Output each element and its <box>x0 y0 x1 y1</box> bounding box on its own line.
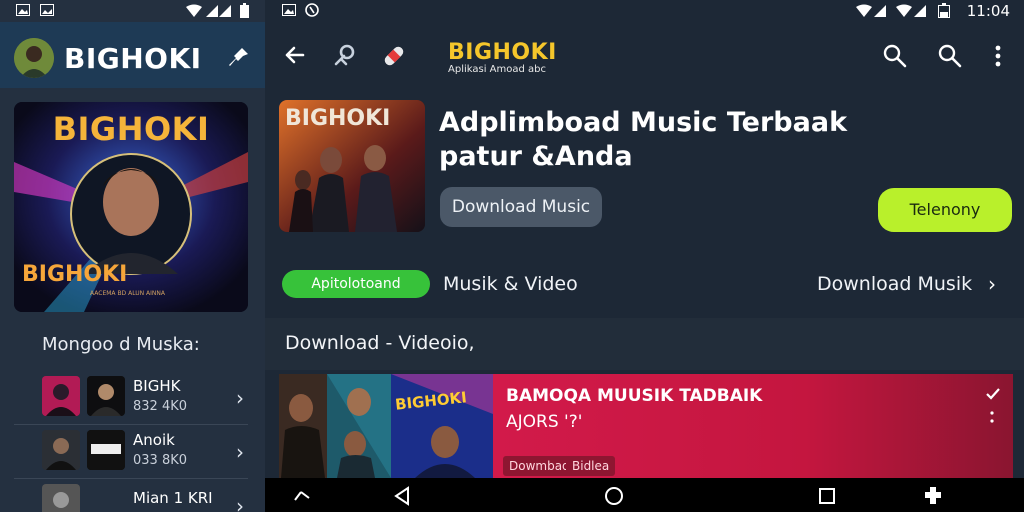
track-thumbnail <box>42 484 80 512</box>
track-thumbnail <box>87 376 125 416</box>
bandage-icon[interactable] <box>380 42 408 70</box>
track-subtitle: 832 4K0 <box>133 399 188 414</box>
gallery-icon <box>40 4 54 16</box>
tag-badge[interactable]: Dowmbad <box>503 456 576 476</box>
signal-icon <box>874 5 886 17</box>
section-title: Download - Videoio, <box>285 332 475 354</box>
app-title: BIGHOKI <box>64 42 202 75</box>
search-icon[interactable] <box>937 43 963 69</box>
image-icon <box>16 4 30 16</box>
chevron-right-icon[interactable]: › <box>988 272 996 296</box>
pen-icon[interactable] <box>293 488 311 502</box>
tab-pill-active[interactable]: Apitolotoand <box>282 270 430 298</box>
link-icon[interactable] <box>332 42 358 68</box>
chevron-right-icon[interactable]: › <box>236 386 244 410</box>
track-title: Anoik <box>133 431 175 449</box>
download-music-button[interactable]: Download Music <box>440 187 602 227</box>
left-status-bar <box>0 0 265 22</box>
download-musik-link[interactable]: Download Musik <box>817 273 972 295</box>
hero-title: Adplimboad Music Terbaak patur &Anda <box>439 107 848 172</box>
track-title: Mian 1 KRI <box>133 489 213 507</box>
brand-logo: BIGHOKI <box>448 40 557 65</box>
wifi-icon <box>186 4 202 17</box>
list-item[interactable]: Anoik 033 8K0 › <box>14 426 248 479</box>
nav-recents-icon[interactable] <box>818 487 836 505</box>
signal-icon <box>206 5 231 17</box>
tab-musik-video[interactable]: Musik & Video <box>443 273 578 295</box>
signal-icon <box>914 5 926 17</box>
track-subtitle: 033 8K0 <box>133 453 188 468</box>
avatar[interactable] <box>14 38 54 78</box>
back-arrow-icon[interactable] <box>283 44 305 66</box>
track-title: BIGHK <box>133 377 181 395</box>
brand-subtitle: Aplikasi Amoad abc <box>448 64 546 75</box>
card-title: BAMOQA MUUSIK TADBAIK <box>506 386 763 406</box>
image-icon <box>282 4 296 16</box>
chevron-right-icon[interactable]: › <box>236 494 244 512</box>
pin-icon[interactable] <box>228 46 250 68</box>
search-icon[interactable] <box>882 43 908 69</box>
card-subtitle: AJORS '?' <box>506 412 583 432</box>
nav-home-icon[interactable] <box>604 486 624 506</box>
video-card-art[interactable]: BIGHOKI <box>279 374 493 478</box>
wifi-icon <box>856 4 872 17</box>
cover-bottom-text: BIGHOKI <box>22 262 128 287</box>
list-item[interactable]: Mian 1 KRI › <box>14 480 248 512</box>
wifi-icon <box>896 4 912 17</box>
album-cover[interactable]: BIGHOKI BIGHOKI AACEMA BD ALUN AINNA <box>14 102 248 312</box>
track-thumbnail <box>42 430 80 470</box>
hero-album-art[interactable]: BIGHOKI <box>279 100 425 232</box>
section-title: Mongoo d Muska: <box>42 334 200 355</box>
system-nav-bar <box>265 478 1024 512</box>
check-icon[interactable] <box>986 388 1000 400</box>
hero-art-text: BIGHOKI <box>285 106 391 131</box>
list-item[interactable]: BIGHK 832 4K0 › <box>14 372 248 425</box>
battery-icon <box>240 3 249 18</box>
cover-top-text: BIGHOKI <box>52 110 210 148</box>
more-vert-icon[interactable] <box>992 44 1004 68</box>
track-thumbnail <box>42 376 80 416</box>
puzzle-icon[interactable] <box>922 485 944 507</box>
more-vert-icon[interactable] <box>988 410 996 424</box>
left-panel: BIGHOKI BIGHOKI BIGHOKI AACEMA BD ALUN A… <box>0 0 265 512</box>
lime-action-button[interactable]: Telenony <box>878 188 1012 232</box>
track-thumbnail <box>87 430 125 470</box>
whatsapp-icon <box>305 3 319 17</box>
cover-small-text: AACEMA BD ALUN AINNA <box>90 290 165 297</box>
chevron-right-icon[interactable]: › <box>236 440 244 464</box>
battery-icon <box>938 3 950 18</box>
nav-back-icon[interactable] <box>393 486 411 506</box>
clock: 11:04 <box>966 2 1010 20</box>
tag-badge[interactable]: Bidlea <box>566 456 616 476</box>
